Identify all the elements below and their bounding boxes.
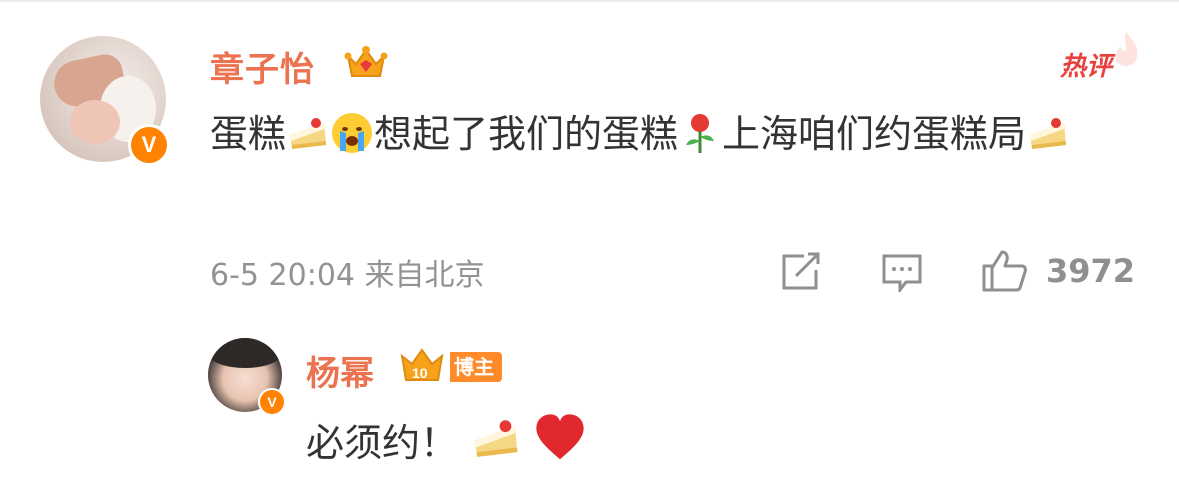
rose-emoji-icon: [686, 114, 715, 153]
comment-text-3: 上海咱们约蛋糕局: [722, 112, 1027, 156]
cake-emoji-icon: [1030, 118, 1067, 149]
cake-emoji-icon: [474, 420, 518, 457]
badge-level: 10: [412, 365, 428, 381]
crying-emoji-icon: [332, 113, 373, 153]
verified-badge-icon: V: [258, 388, 286, 416]
like-count: 3972: [1046, 252, 1136, 290]
comment-author-name[interactable]: 章子怡: [210, 42, 315, 91]
comment-icon[interactable]: [880, 252, 924, 292]
comment-content: 蛋糕 想起了我们的蛋糕 上海咱们约蛋糕局: [210, 102, 1140, 166]
cake-emoji-icon: [290, 118, 327, 149]
reply-author-name[interactable]: 杨幂: [306, 346, 374, 395]
reply-text: 必须约！: [306, 421, 459, 465]
verified-badge-icon: V: [128, 124, 170, 166]
heart-emoji-icon: [536, 414, 584, 460]
hot-comment-tag: 热评: [1060, 52, 1113, 82]
comment-location: 来自北京: [364, 258, 485, 293]
crown-level-icon: 10: [400, 348, 444, 381]
comment-text-1: 蛋糕: [210, 112, 287, 156]
like-thumb-icon[interactable]: [980, 248, 1028, 292]
divider: [0, 0, 1179, 2]
reply-content: 必须约！: [306, 412, 586, 469]
comment-timestamp: 6-5 20:04: [210, 258, 355, 293]
blogger-tag: 博主: [450, 352, 502, 382]
comment-text-2: 想起了我们的蛋糕: [374, 112, 679, 156]
share-icon[interactable]: [778, 252, 822, 292]
comment-meta: 6-5 20:04 来自北京: [210, 250, 485, 294]
crown-icon: [344, 46, 388, 77]
